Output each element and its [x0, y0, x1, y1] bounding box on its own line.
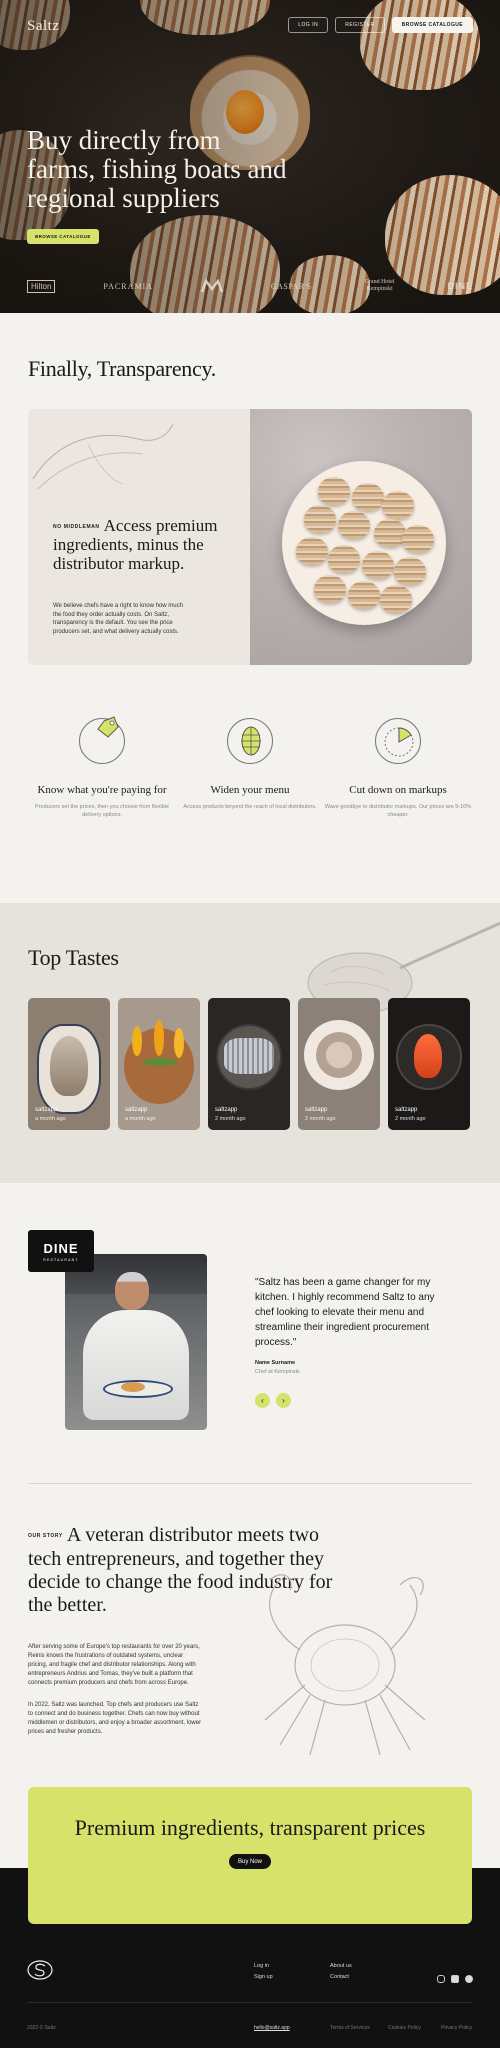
footer-signup-link[interactable]: Sign up — [254, 1974, 273, 1980]
benefits-row: Know what you're paying for Producers se… — [28, 716, 472, 848]
partner-logos: Hilton PACRAMIA GASPAR'S Grand Hotel Kem… — [27, 274, 473, 298]
story-paragraph: In 2022, Saltz was launched. Top chefs a… — [28, 1702, 202, 1735]
globe-icon — [227, 718, 273, 764]
partner-logo-pacramia: PACRAMIA — [103, 281, 153, 291]
story-eyebrow: OUR STORY — [28, 1532, 63, 1539]
card-time: 2 month ago — [305, 1116, 336, 1122]
hero-title: Buy directly from farms, fishing boats a… — [27, 125, 287, 213]
linkedin-icon[interactable] — [451, 1975, 459, 1983]
footer-about-link[interactable]: About us — [330, 1963, 352, 1969]
top-tastes-section: Top Tastes saltzapp a month ago saltzapp… — [0, 903, 500, 1183]
partner-logo-marriott — [200, 278, 223, 293]
terms-link[interactable]: Terms of Services — [330, 2025, 370, 2031]
card-source: saltzapp — [395, 1107, 418, 1113]
shrimp-image — [316, 1032, 362, 1078]
saltz-logo[interactable]: Saltz — [27, 18, 60, 35]
benefit-item: Cut down on markups Wave goodbye to dist… — [324, 718, 472, 819]
sardines-image — [224, 1038, 274, 1074]
login-button[interactable]: LOG IN — [288, 17, 329, 33]
partner-logo-dine: DINE — [447, 281, 473, 291]
footer-email-link[interactable]: hello@saltz.app — [254, 2025, 290, 2031]
taste-card[interactable]: saltzapp 2 month ago — [298, 998, 380, 1130]
testimonial-name: Name Surname — [255, 1360, 296, 1366]
prev-testimonial-button[interactable]: ‹ — [255, 1393, 270, 1408]
saltz-mark-icon[interactable] — [27, 1960, 53, 1980]
taste-card[interactable]: saltzapp a month ago — [118, 998, 200, 1130]
cta-banner: Premium ingredients, transparent prices … — [28, 1787, 472, 1924]
section-divider — [28, 1483, 472, 1484]
benefit-text: Producers set the prices, then you choos… — [35, 804, 169, 818]
card-time: a month ago — [35, 1116, 66, 1122]
card-source: saltzapp — [35, 1107, 58, 1113]
header-nav: LOG IN REGISTER BROWSE CATALOGUE — [288, 17, 473, 33]
feature-eyebrow: NO MIDDLEMAN — [53, 523, 100, 530]
benefit-text: Access products beyond the reach of loca… — [183, 804, 317, 810]
buy-now-button[interactable]: Buy Now — [228, 1854, 271, 1869]
facebook-icon[interactable] — [465, 1975, 473, 1983]
transparency-title: Finally, Transparency. — [28, 356, 216, 381]
hero-browse-catalogue-button[interactable]: BROWSE CATALOGUE — [27, 229, 99, 244]
footer-contact-link[interactable]: Contact — [330, 1974, 349, 1980]
instagram-icon[interactable] — [437, 1975, 445, 1983]
zucchini-flower-image — [132, 1026, 142, 1056]
browse-catalogue-button[interactable]: BROWSE CATALOGUE — [391, 17, 473, 33]
hero-section: Saltz LOG IN REGISTER BROWSE CATALOGUE B… — [0, 0, 500, 313]
prawn-image — [414, 1034, 442, 1078]
register-button[interactable]: REGISTER — [335, 17, 385, 33]
dine-restaurant-logo: DINE RESTAURANT — [28, 1230, 94, 1272]
taste-card[interactable]: saltzapp a month ago — [28, 998, 110, 1130]
crab-sketch-icon — [264, 1574, 426, 1756]
benefit-item: Know what you're paying for Producers se… — [28, 716, 176, 819]
benefit-title: Widen your menu — [210, 784, 290, 796]
card-source: saltzapp — [305, 1107, 328, 1113]
benefit-text: Wave goodbye to distributor markups. Our… — [324, 804, 472, 818]
benefit-item: Widen your menu Access products beyond t… — [176, 718, 324, 811]
chef-photo — [65, 1254, 207, 1430]
feature-body: We believe chefs have a right to know ho… — [53, 603, 183, 635]
top-tastes-title: Top Tastes — [28, 945, 119, 970]
fish-sketch-icon — [32, 423, 174, 490]
testimonial-role: Chef at Kempinski — [255, 1369, 300, 1375]
card-time: a month ago — [125, 1116, 156, 1122]
card-time: 2 month ago — [395, 1116, 426, 1122]
footer-login-link[interactable]: Log in — [254, 1963, 269, 1969]
pie-chart-icon — [375, 718, 421, 764]
card-time: 2 month ago — [215, 1116, 246, 1122]
testimonial-quote: "Saltz has been a game changer for my ki… — [255, 1277, 435, 1348]
story-paragraph: After serving some of Europe's top resta… — [28, 1644, 200, 1686]
partner-logo-hilton: Hilton — [27, 279, 56, 293]
feature-card: NO MIDDLEMAN Access premium ingredients, … — [28, 409, 472, 665]
cta-title: Premium ingredients, transparent prices — [74, 1815, 426, 1840]
cookies-link[interactable]: Cookies Policy — [388, 2025, 421, 2031]
next-testimonial-button[interactable]: › — [276, 1393, 291, 1408]
partner-logo-gaspars: GASPAR'S — [270, 281, 312, 291]
copyright: 2022 © Saltz — [27, 2025, 56, 2031]
benefit-title: Know what you're paying for — [37, 784, 167, 796]
card-source: saltzapp — [125, 1107, 148, 1113]
benefit-title: Cut down on markups — [349, 784, 447, 796]
clams-bowl-image — [250, 409, 472, 665]
privacy-link[interactable]: Privacy Policy — [441, 2025, 472, 2031]
card-source: saltzapp — [215, 1107, 238, 1113]
partner-logo-kempinski: Grand Hotel Kempinski — [364, 279, 395, 292]
taste-card[interactable]: saltzapp 2 month ago — [388, 998, 470, 1130]
price-tag-icon — [79, 716, 125, 764]
fish-image — [50, 1036, 88, 1096]
taste-card[interactable]: saltzapp 2 month ago — [208, 998, 290, 1130]
